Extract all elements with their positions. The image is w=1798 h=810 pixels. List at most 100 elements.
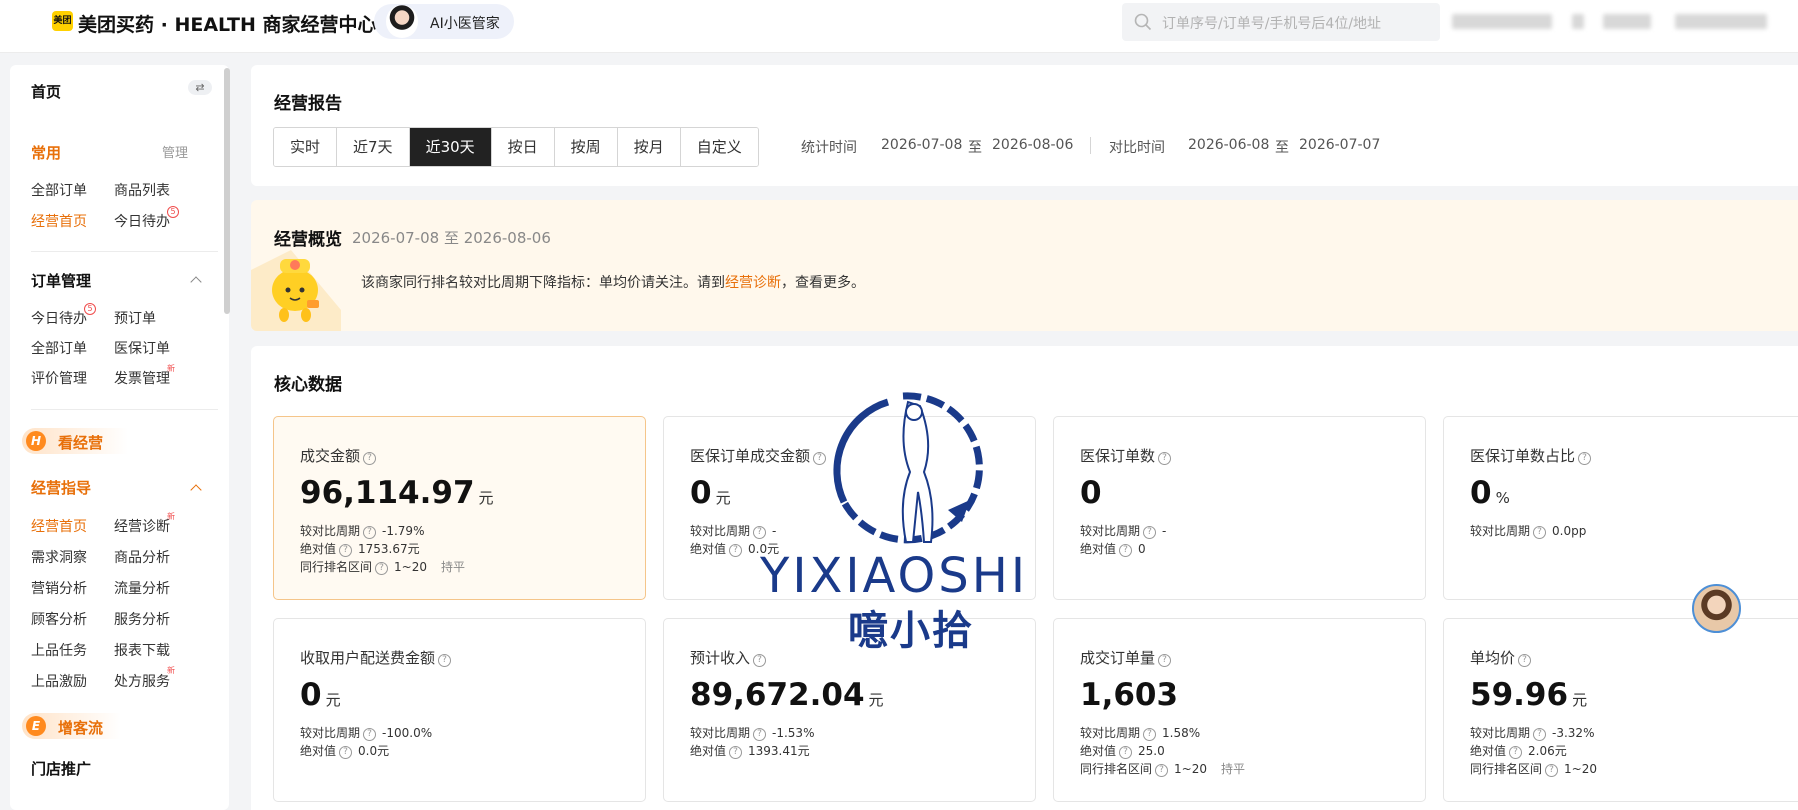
help-icon[interactable]: ? xyxy=(1119,544,1133,557)
chevron-up-icon[interactable] xyxy=(190,276,202,288)
metric-card-order-count[interactable]: 成交订单量? 1,603 较对比周期? 1.58% 绝对值? 25.0 同行排名区间… xyxy=(1053,618,1426,802)
help-icon[interactable]: ? xyxy=(1545,764,1559,777)
ai-assistant-button[interactable]: AI小医管家 xyxy=(374,4,514,39)
help-icon[interactable]: ? xyxy=(1533,728,1547,741)
help-icon[interactable]: ? xyxy=(729,544,743,557)
sidebar-section-kanjingying[interactable]: H 看经营 xyxy=(22,428,140,454)
todo-count-badge: 5 xyxy=(167,206,179,218)
manage-button[interactable]: 管理 xyxy=(162,142,188,161)
metric-card-avg-order-price[interactable]: 单均价? 59.96 元 较对比周期? -3.32% 绝对值? 2.06元 同行排名区… xyxy=(1443,618,1798,802)
help-icon[interactable]: ? xyxy=(339,746,353,759)
metric-unit: % xyxy=(1495,489,1510,507)
help-icon[interactable]: ? xyxy=(1509,746,1523,759)
floating-assistant-avatar[interactable] xyxy=(1692,584,1741,633)
sidebar-item-prescription-service[interactable]: 处方服务 xyxy=(114,671,170,691)
mascot-illustration xyxy=(251,250,341,331)
meituan-logo[interactable]: 美团 xyxy=(52,11,73,31)
sidebar-item-all-orders[interactable]: 全部订单 xyxy=(31,338,87,358)
help-icon[interactable]: ? xyxy=(753,654,767,667)
diagnosis-link[interactable]: 经营诊断 xyxy=(725,275,781,291)
date-range-separator: 至 xyxy=(968,140,982,156)
sidebar-item-store-promotion[interactable]: 门店推广 xyxy=(31,758,91,779)
metric-row: 较对比周期? 1.58% xyxy=(1080,724,1200,741)
help-icon[interactable]: ? xyxy=(1158,452,1172,465)
sidebar-item-reviews[interactable]: 评价管理 xyxy=(31,368,87,388)
help-icon[interactable]: ? xyxy=(1158,654,1172,667)
metric-row: 绝对值? 0.0元 xyxy=(300,742,389,759)
help-icon[interactable]: ? xyxy=(363,526,377,539)
help-icon[interactable]: ? xyxy=(1143,728,1157,741)
sidebar-section-zengkeliu[interactable]: E 增客流 xyxy=(22,713,132,739)
help-icon[interactable]: ? xyxy=(363,728,377,741)
swap-icon[interactable]: ⇄ xyxy=(188,80,212,95)
row-label: 较对比周期 xyxy=(690,524,751,538)
sidebar-item-customer-analysis[interactable]: 顾客分析 xyxy=(31,609,87,629)
sidebar-item-listing-incentive[interactable]: 上品激励 xyxy=(31,671,87,691)
sidebar-item-business-home[interactable]: 经营首页 xyxy=(31,516,87,536)
sidebar-scrollbar[interactable] xyxy=(224,68,230,314)
help-icon[interactable]: ? xyxy=(1518,654,1532,667)
help-icon[interactable]: ? xyxy=(375,562,389,575)
help-icon[interactable]: ? xyxy=(1143,526,1157,539)
help-icon[interactable]: ? xyxy=(1533,526,1547,539)
period-tabs: 实时 近7天 近30天 按日 按周 按月 自定义 xyxy=(273,127,759,167)
metric-unit: 元 xyxy=(1572,691,1588,709)
sidebar-item-traffic-analysis[interactable]: 流量分析 xyxy=(114,578,170,598)
metric-card-insurance-orders[interactable]: 医保订单数? 0 较对比周期? - 绝对值? 0 xyxy=(1053,416,1426,600)
metric-value-number: 0 xyxy=(1470,475,1492,511)
sidebar-item-insurance-orders[interactable]: 医保订单 xyxy=(114,338,170,358)
sidebar-item-today-todo[interactable]: 今日待办 xyxy=(31,308,87,328)
help-icon[interactable]: ? xyxy=(438,654,452,667)
sidebar-item-product-list[interactable]: 商品列表 xyxy=(114,180,170,200)
chevron-up-icon[interactable] xyxy=(190,484,202,496)
help-icon[interactable]: ? xyxy=(339,544,353,557)
metric-title-text: 成交金额 xyxy=(300,447,361,465)
row-value: -100.0% xyxy=(382,726,433,740)
tab-7-days[interactable]: 近7天 xyxy=(337,128,410,166)
sidebar-item-preorders[interactable]: 预订单 xyxy=(114,308,156,328)
sidebar-item-marketing-analysis[interactable]: 营销分析 xyxy=(31,578,87,598)
order-search[interactable]: 订单序号/订单号/手机号后4位/地址 xyxy=(1122,3,1440,41)
sidebar-item-all-orders[interactable]: 全部订单 xyxy=(31,180,87,200)
sidebar-section-orders[interactable]: 订单管理 xyxy=(31,270,91,291)
help-icon[interactable]: ? xyxy=(729,746,743,759)
help-icon[interactable]: ? xyxy=(1578,452,1592,465)
sidebar-item-report-download[interactable]: 报表下载 xyxy=(114,640,170,660)
tab-realtime[interactable]: 实时 xyxy=(274,128,338,166)
metric-card-insurance-ratio[interactable]: 医保订单数占比? 0% 较对比周期? 0.0pp xyxy=(1443,416,1798,600)
sidebar-item-listing-tasks[interactable]: 上品任务 xyxy=(31,640,87,660)
sidebar-item-diagnosis[interactable]: 经营诊断 xyxy=(114,516,170,536)
metric-row: 较对比周期? -100.0% xyxy=(300,724,432,741)
help-icon[interactable]: ? xyxy=(1155,764,1169,777)
section-label: 增客流 xyxy=(58,719,104,737)
search-input[interactable]: 订单序号/订单号/手机号后4位/地址 xyxy=(1162,13,1381,33)
tab-daily[interactable]: 按日 xyxy=(491,128,555,166)
tab-custom[interactable]: 自定义 xyxy=(680,128,758,166)
sidebar-item-business-home[interactable]: 经营首页 xyxy=(31,211,87,231)
metric-card-gmv[interactable]: 成交金额? 96,114.97 元 较对比周期? -1.79% 绝对值? 1753.6… xyxy=(273,416,646,600)
metric-card-delivery-fee[interactable]: 收取用户配送费金额? 0元 较对比周期? -100.0% 绝对值? 0.0元 xyxy=(273,618,646,802)
sidebar-item-today-todo[interactable]: 今日待办 xyxy=(114,211,170,231)
tab-weekly[interactable]: 按周 xyxy=(554,128,618,166)
sidebar-item-service-analysis[interactable]: 服务分析 xyxy=(114,609,170,629)
sidebar-item-invoices[interactable]: 发票管理 xyxy=(114,368,170,388)
new-tag: 新 xyxy=(167,364,175,373)
row-label: 绝对值 xyxy=(690,744,727,758)
tab-30-days[interactable]: 近30天 xyxy=(409,128,492,166)
stat-start-date: 2026-07-08 xyxy=(881,137,963,153)
sidebar-item-product-analysis[interactable]: 商品分析 xyxy=(114,547,170,567)
row-label: 绝对值 xyxy=(1080,744,1117,758)
help-icon[interactable]: ? xyxy=(753,728,767,741)
compare-start-date: 2026-06-08 xyxy=(1188,137,1270,153)
message-text: ，查看更多。 xyxy=(781,275,865,291)
sidebar-item-home[interactable]: 首页 xyxy=(31,81,61,102)
help-icon[interactable]: ? xyxy=(363,452,377,465)
sidebar-item-demand-insight[interactable]: 需求洞察 xyxy=(31,547,87,567)
help-icon[interactable]: ? xyxy=(1119,746,1133,759)
tab-monthly[interactable]: 按月 xyxy=(617,128,681,166)
metric-value: 0元 xyxy=(690,475,731,511)
overview-date-range: 2026-07-08 至 2026-08-06 xyxy=(352,229,551,247)
metric-row: 较对比周期? -3.32% xyxy=(1470,724,1594,741)
sidebar-section-guide[interactable]: 经营指导 xyxy=(31,477,91,498)
new-tag: 新 xyxy=(167,512,175,521)
